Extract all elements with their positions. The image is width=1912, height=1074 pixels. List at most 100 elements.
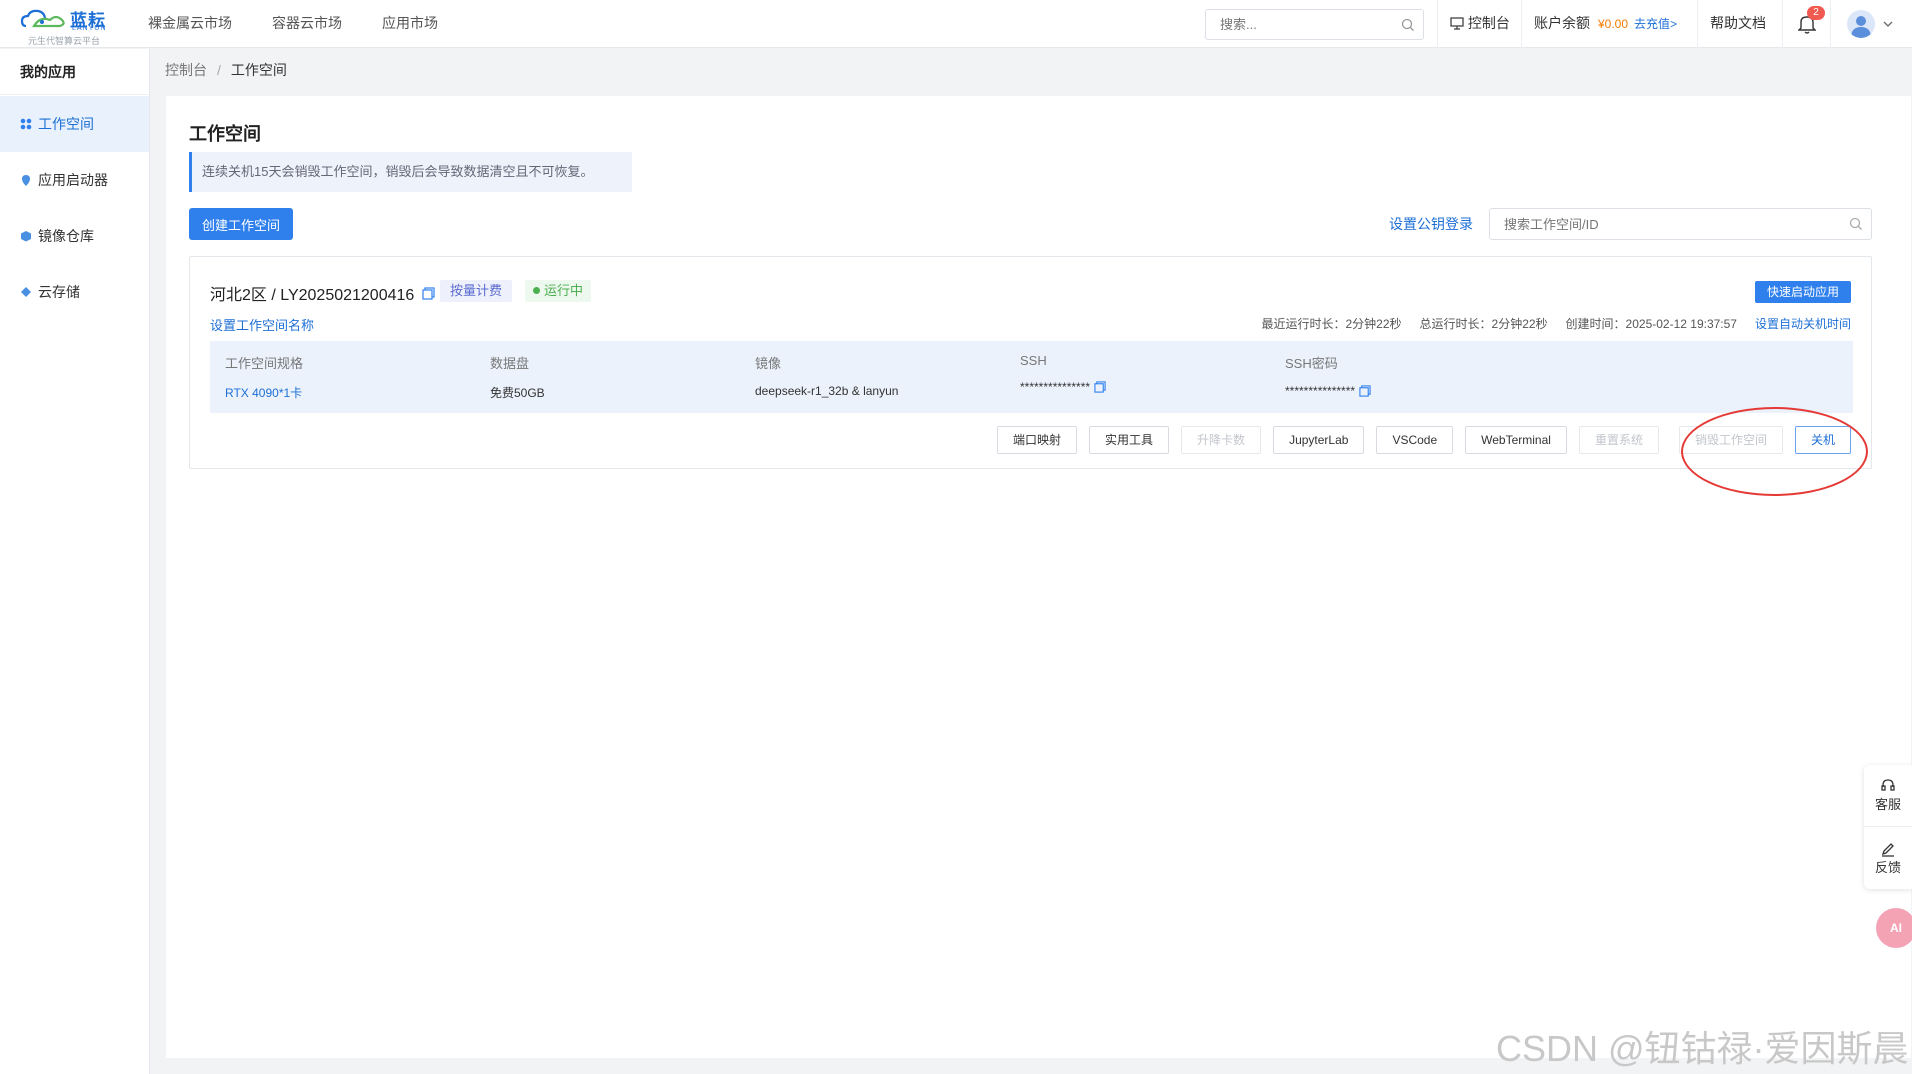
webterminal-button[interactable]: WebTerminal (1465, 426, 1567, 454)
user-menu[interactable] (1830, 0, 1912, 48)
spec-value: deepseek-r1_32b & lanyun (755, 384, 899, 398)
floating-tools: 客服 反馈 (1864, 765, 1912, 889)
spec-label: 数据盘 (490, 356, 530, 371)
logo-en: LANYUN (72, 25, 107, 32)
annotation-ellipse (1681, 407, 1868, 496)
total-runtime: 总运行时长：2分钟22秒 (1419, 317, 1548, 331)
workspace-name: 河北2区 / LY2025021200416 (210, 281, 435, 305)
copy-icon[interactable] (1094, 381, 1106, 393)
avatar (1847, 10, 1875, 38)
account-balance: 账户余额 ¥0.00 去充值> (1521, 0, 1697, 48)
page-title: 工作空间 (189, 124, 261, 144)
set-pubkey-login-link[interactable]: 设置公钥登录 (1389, 214, 1473, 234)
help-docs-link[interactable]: 帮助文档 (1697, 0, 1782, 48)
customer-service-label: 客服 (1874, 797, 1901, 812)
notification-badge: 2 (1807, 6, 1825, 20)
workspace-card: 河北2区 / LY2025021200416 按量计费 运行中 快速启动应用 设… (189, 256, 1872, 469)
launcher-icon (22, 174, 30, 186)
balance-label: 账户余额 (1534, 15, 1590, 31)
sidebar: 我的应用 工作空间 应用启动器 镜像仓库 云存储 (0, 49, 150, 1074)
spec-label: SSH密码 (1285, 356, 1338, 371)
search-icon[interactable] (1849, 217, 1863, 231)
spec-data-disk: 数据盘 免费50GB (490, 353, 545, 401)
reset-system-button[interactable]: 重置系统 (1578, 426, 1659, 454)
workspace-name-text: 河北2区 / LY2025021200416 (210, 287, 415, 304)
logo-tagline: 元生代智算云平台 (28, 36, 101, 46)
edit-icon (1881, 842, 1894, 857)
utilities-button[interactable]: 实用工具 (1089, 426, 1170, 454)
ssh-value: *************** (1020, 380, 1091, 394)
sidebar-item-image-repo[interactable]: 镜像仓库 (0, 208, 149, 264)
console-link[interactable]: 控制台 (1437, 0, 1521, 48)
spec-instance: 工作空间规格 RTX 4090*1卡 (225, 353, 303, 401)
spec-label: SSH (1020, 353, 1047, 368)
sidebar-item-label: 工作空间 (38, 116, 94, 132)
destroy-notice: 连续关机15天会销毁工作空间，销毁后会导致数据清空且不可恢复。 (189, 152, 632, 192)
vscode-button[interactable]: VSCode (1376, 426, 1454, 454)
main-content: 工作空间 连续关机15天会销毁工作空间，销毁后会导致数据清空且不可恢复。 创建工… (166, 96, 1911, 1058)
workspace-meta: 最近运行时长：2分钟22秒 总运行时长：2分钟22秒 创建时间：2025-02-12… (1243, 315, 1851, 332)
top-nav: 裸金属云市场 容器云市场 应用市场 (148, 0, 478, 48)
nav-bare-metal[interactable]: 裸金属云市场 (148, 0, 232, 48)
billing-tag: 按量计费 (440, 280, 513, 302)
port-mapping-button[interactable]: 端口映射 (997, 426, 1078, 454)
feedback-label: 反馈 (1874, 859, 1901, 875)
spec-value[interactable]: RTX 4090*1卡 (225, 384, 303, 401)
chevron-down-icon (1883, 21, 1893, 27)
logo[interactable]: 蓝耘 LANYUN 元生代智算云平台 (20, 4, 112, 46)
cloud-logo-icon (20, 9, 65, 28)
sidebar-title: 我的应用 (0, 49, 149, 95)
sidebar-item-cloud-storage[interactable]: 云存储 (0, 264, 149, 320)
watermark: CSDN @钮钴禄·爱因斯晨 (1496, 1028, 1909, 1069)
workspace-search (1489, 208, 1872, 240)
breadcrumb: 控制台 / 工作空间 (165, 60, 287, 80)
spec-value-row: *************** (1285, 384, 1371, 398)
cloud-storage-icon (21, 287, 31, 297)
balance-amount: ¥0.00 (1598, 17, 1629, 31)
recent-runtime: 最近运行时长：2分钟22秒 (1261, 317, 1402, 331)
breadcrumb-root[interactable]: 控制台 (165, 62, 207, 78)
image-repo-icon (21, 231, 31, 242)
copy-icon[interactable] (422, 286, 435, 300)
scale-gpu-button[interactable]: 升降卡数 (1181, 426, 1262, 454)
notifications[interactable]: 2 (1782, 0, 1830, 48)
status-text: 运行中 (544, 283, 584, 298)
console-label: 控制台 (1467, 15, 1510, 31)
monitor-icon (1450, 17, 1464, 30)
sidebar-item-label: 应用启动器 (38, 172, 108, 188)
sidebar-item-label: 镜像仓库 (38, 228, 94, 244)
workspace-search-input[interactable] (1504, 209, 1834, 239)
sidebar-item-label: 云存储 (38, 284, 80, 300)
nav-container-cloud[interactable]: 容器云市场 (272, 0, 342, 48)
spec-label: 镜像 (755, 356, 782, 371)
quick-launch-button[interactable]: 快速启动应用 (1754, 281, 1851, 303)
rename-workspace-link[interactable]: 设置工作空间名称 (210, 315, 314, 334)
spec-ssh: SSH *************** (1020, 353, 1106, 394)
breadcrumb-current: 工作空间 (230, 62, 287, 78)
spec-value-row: *************** (1020, 380, 1106, 394)
global-search (1205, 9, 1424, 40)
headset-icon (1881, 779, 1895, 791)
spec-ssh-password: SSH密码 *************** (1285, 353, 1371, 398)
ai-assistant-button[interactable]: AI (1876, 908, 1912, 948)
status-badge: 运行中 (525, 280, 592, 302)
customer-service-button[interactable]: 客服 (1864, 765, 1912, 827)
copy-icon[interactable] (1359, 385, 1371, 397)
status-dot (533, 287, 540, 294)
global-search-input[interactable] (1220, 10, 1400, 39)
nav-app-market[interactable]: 应用市场 (382, 0, 438, 48)
spec-panel: 工作空间规格 RTX 4090*1卡 数据盘 免费50GB 镜像 deepsee… (210, 341, 1853, 413)
sidebar-item-workspace[interactable]: 工作空间 (0, 96, 149, 152)
spec-value: 免费50GB (490, 386, 545, 400)
create-workspace-button[interactable]: 创建工作空间 (189, 208, 293, 240)
sidebar-item-app-launcher[interactable]: 应用启动器 (0, 152, 149, 208)
auto-shutdown-link[interactable]: 设置自动关机时间 (1755, 317, 1851, 331)
user-icon (1851, 16, 1871, 38)
workspace-icon (20, 118, 32, 130)
top-bar: 蓝耘 LANYUN 元生代智算云平台 裸金属云市场 容器云市场 应用市场 控制台… (0, 0, 1912, 48)
recharge-link[interactable]: 去充值> (1634, 17, 1677, 31)
feedback-button[interactable]: 反馈 (1864, 827, 1912, 889)
search-icon[interactable] (1401, 18, 1415, 32)
jupyterlab-button[interactable]: JupyterLab (1273, 426, 1365, 454)
spec-image: 镜像 deepseek-r1_32b & lanyun (755, 353, 898, 398)
